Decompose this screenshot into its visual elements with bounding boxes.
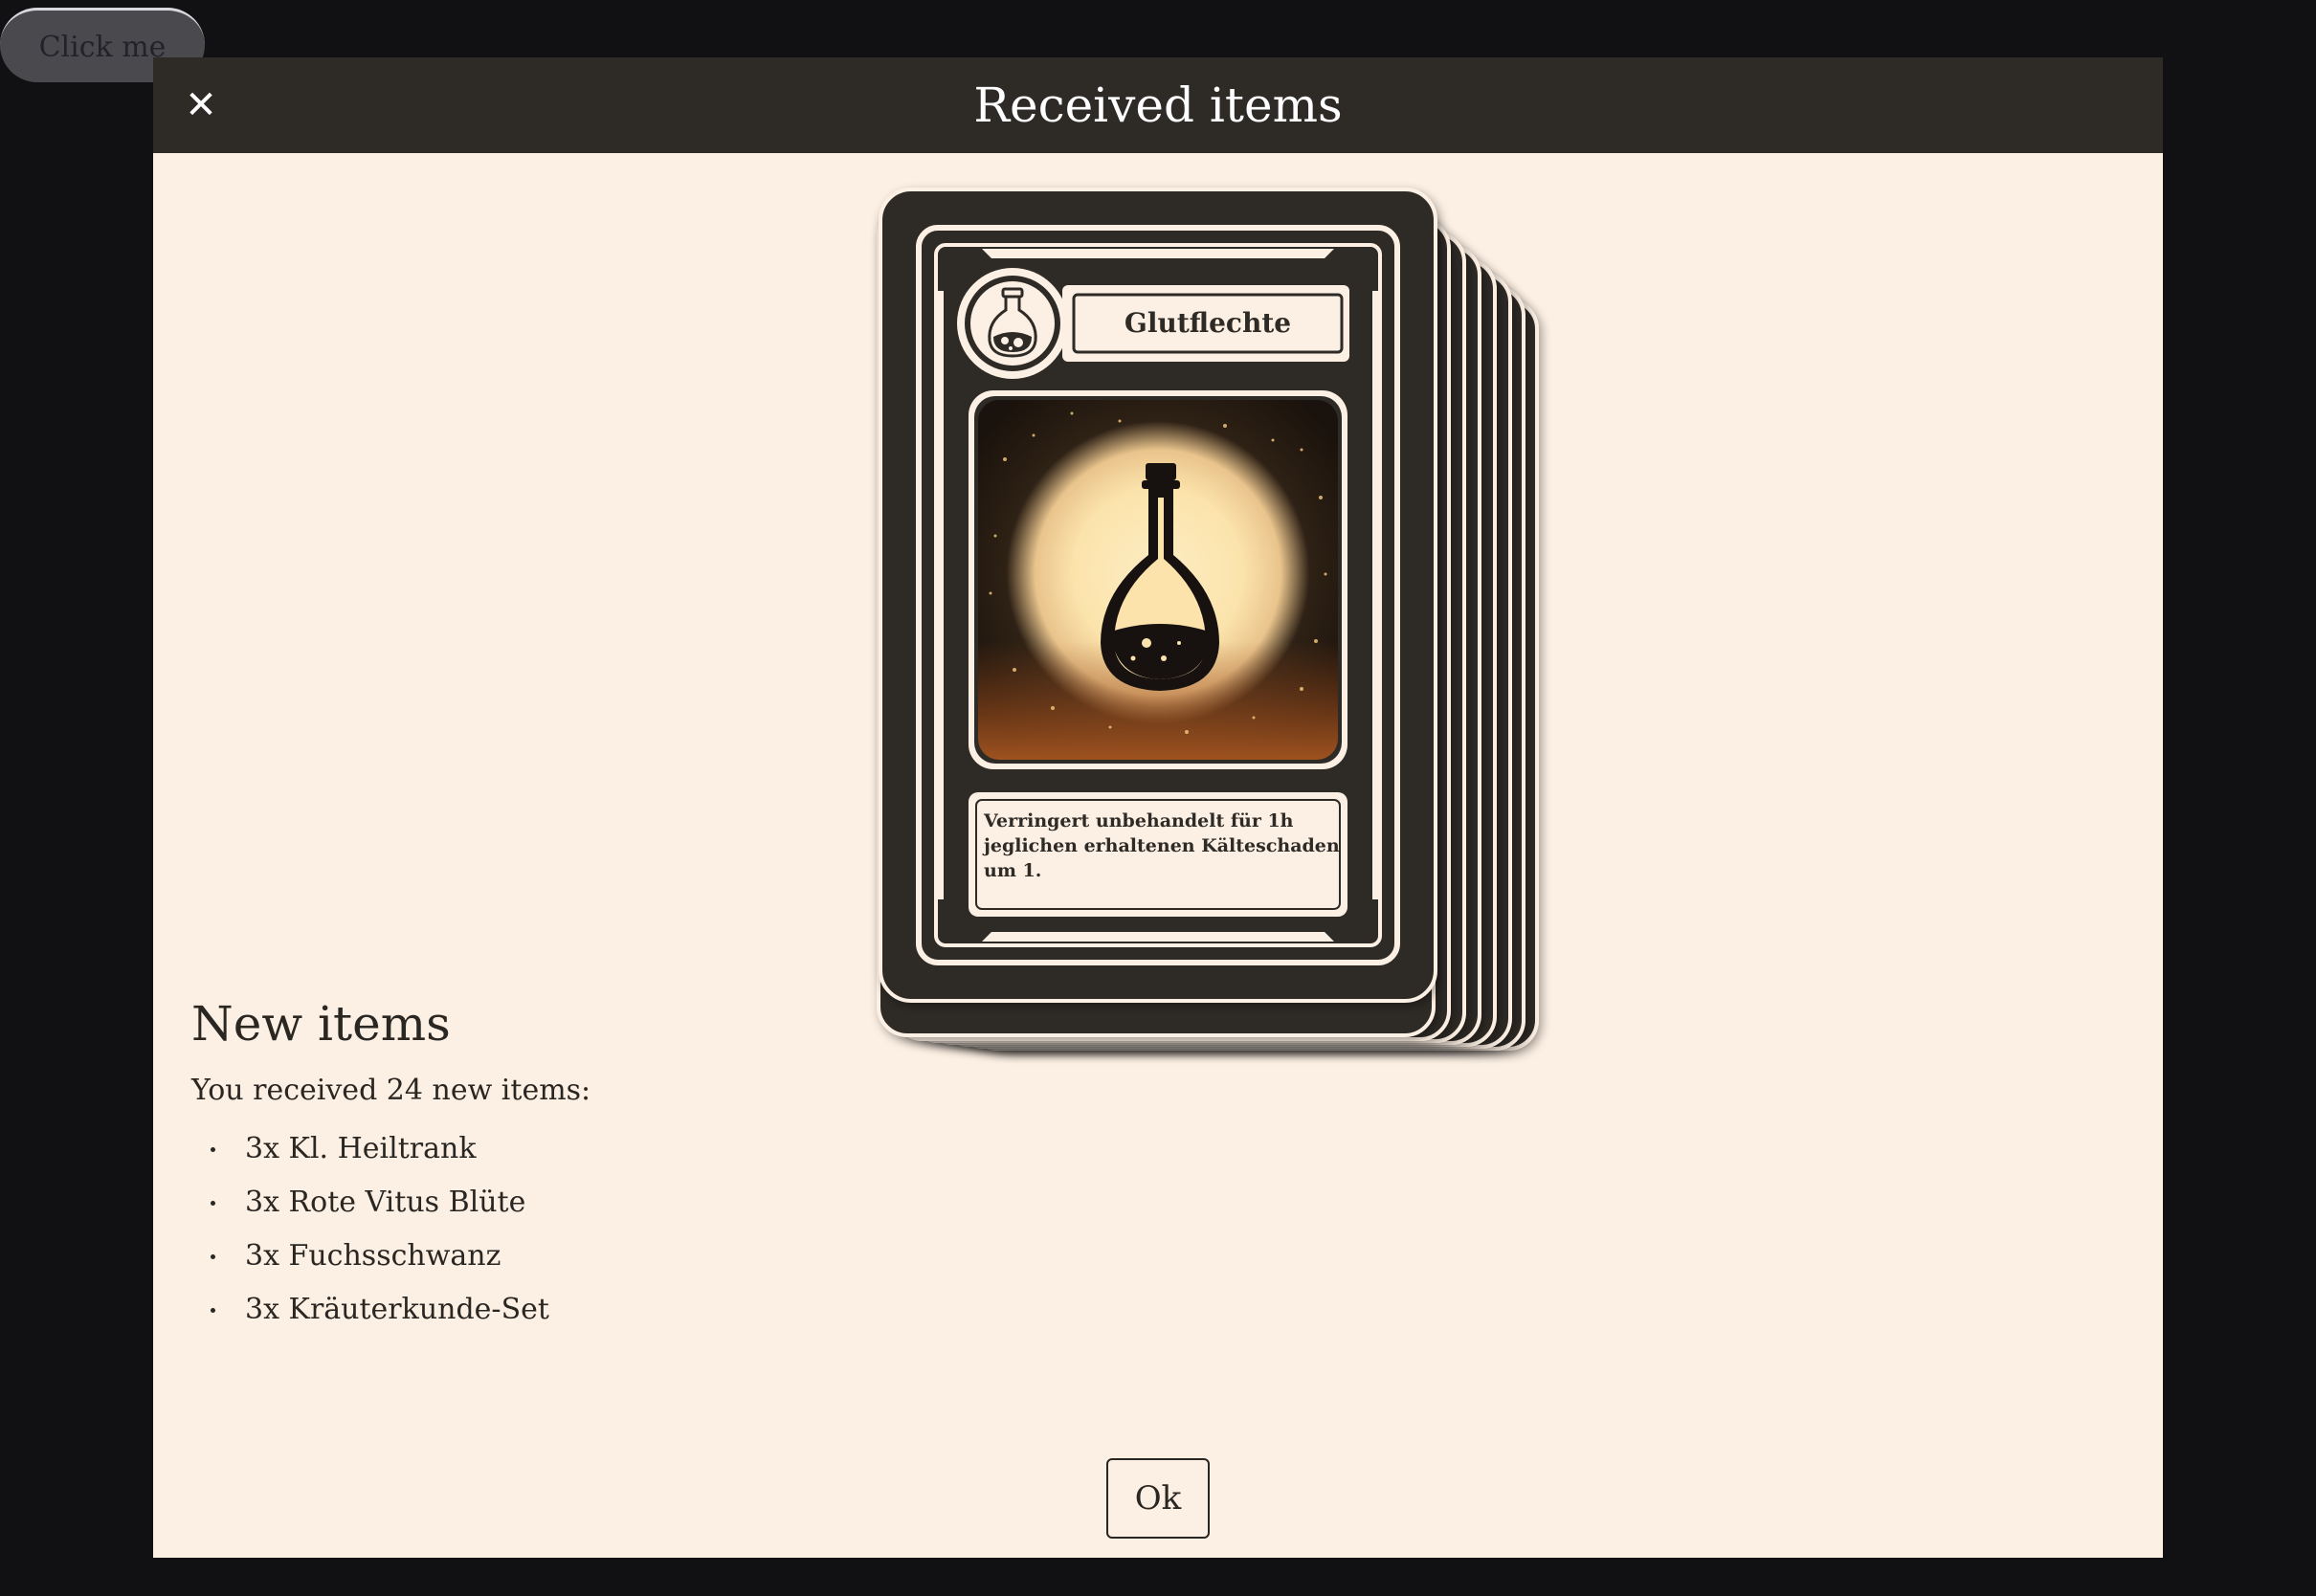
stack-card-6 [953,272,1512,1049]
modal-header: Received items ✕ [153,57,2163,153]
received-items-modal: Received items ✕ Glutflechte Verringert … [153,57,2163,1558]
stack-card-3 [907,232,1466,1043]
front-card[interactable]: Glutflechte Verringert unbehandelt für 1… [879,188,1437,1003]
list-item: 3x Rote Vitus Blüte [191,1176,590,1230]
list-item: 3x Fuchsschwanz [191,1230,590,1283]
stack-card-4 [923,245,1481,1045]
stack-card-8 [980,299,1539,1051]
new-items-section: New items You received 24 new items: 3x … [191,995,590,1337]
svg-text:Glutflechte: Glutflechte [1125,307,1291,339]
list-item: 3x Kräuterkunde-Set [191,1283,590,1337]
svg-text:um 1.: um 1. [984,860,1041,881]
potion-bottle-illustration [978,400,1338,760]
card-name: Glutflechte [1125,307,1291,339]
new-items-heading: New items [191,996,451,1052]
svg-text:Verringert unbehandelt für 1h: Verringert unbehandelt für 1h [983,810,1294,831]
close-icon[interactable]: ✕ [174,78,228,132]
new-items-list: 3x Kl. Heiltrank 3x Rote Vitus Blüte 3x … [191,1122,590,1337]
stack-card-7 [967,285,1525,1051]
stack-card-2 [892,218,1451,1041]
stacked-card-backs [877,205,1539,1051]
list-item: 3x Kl. Heiltrank [191,1122,590,1176]
potion-flask-icon [957,268,1068,379]
stack-card-5 [938,258,1497,1047]
ok-button[interactable]: Ok [1106,1458,1210,1539]
stack-card-1 [877,205,1436,1037]
new-items-summary: You received 24 new items: [191,1074,591,1107]
svg-text:jeglichen erhaltenen Kältescha: jeglichen erhaltenen Kälteschaden [982,835,1340,856]
modal-title: Received items [973,78,1343,133]
card-description: Verringert unbehandelt für 1h jeglichen … [982,810,1340,881]
